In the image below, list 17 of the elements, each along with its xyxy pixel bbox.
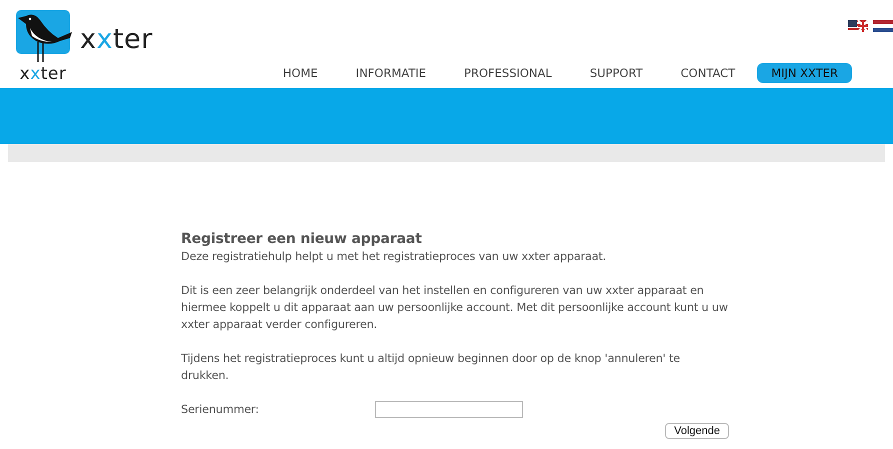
nav-link[interactable]: CONTACT xyxy=(666,63,750,83)
paragraph: Dit is een zeer belangrijk onderdeel van het instellen en configureren van uw xxter apparaat en hiermee koppelt u dit apparaat aan uw persoonlijke account. Met dit persoonlijke account kunt u uw xxter apparaat verder configureren. xyxy=(181,283,729,333)
nav-link[interactable]: MIJN XXTER xyxy=(757,63,852,83)
logo-wordmark: xxter xyxy=(80,26,153,53)
paragraph: Deze registratiehulp helpt u met het registratieproces van uw xxter apparaat. xyxy=(181,249,608,265)
serial-number-input[interactable] xyxy=(375,401,523,418)
dutch-flag-icon[interactable] xyxy=(873,20,893,32)
nav-link[interactable]: SUPPORT xyxy=(576,63,657,83)
nav-link[interactable]: HOME xyxy=(268,63,332,83)
nav-link[interactable]: PROFESSIONAL xyxy=(450,63,566,83)
paragraph: Tijdens het registratieproces kunt u altijd opnieuw beginnen door op de knop 'annuleren' te drukken. xyxy=(181,351,681,384)
uk-us-flag-icon[interactable] xyxy=(848,20,868,32)
next-button[interactable]: Volgende xyxy=(665,423,729,439)
nav-link[interactable]: INFORMATIE xyxy=(342,63,440,83)
page-title: Registreer een nieuw apparaat xyxy=(181,230,423,248)
field-label: Serienummer: xyxy=(181,402,260,418)
logo-wordmark: xxter xyxy=(20,66,66,83)
